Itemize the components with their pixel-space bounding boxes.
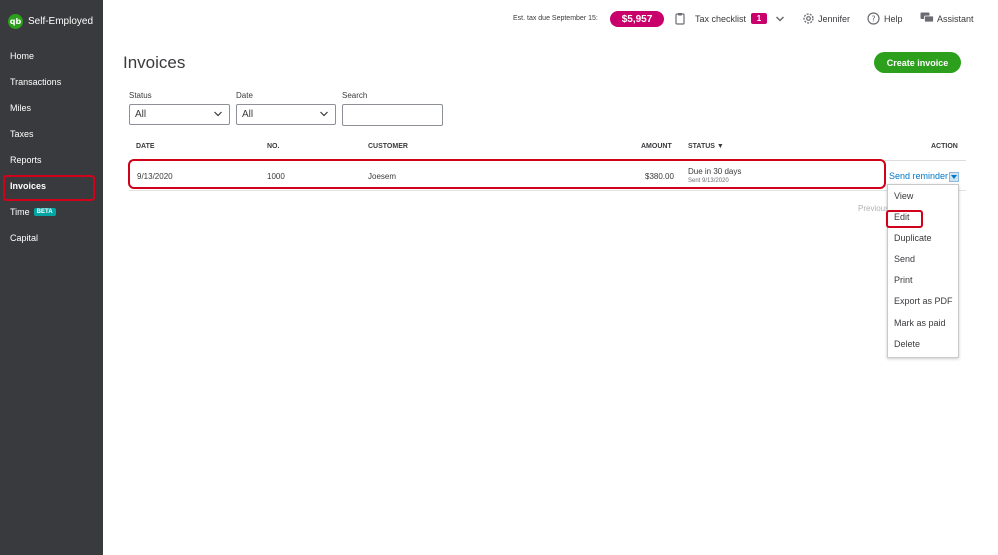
column-header-date[interactable]: DATE — [136, 143, 155, 150]
row-status-sent-date: Sent 9/13/2020 — [688, 178, 729, 184]
sidebar-item-label: Time — [10, 207, 30, 217]
brand[interactable]: qb Self-Employed — [8, 14, 93, 29]
action-dropdown-toggle[interactable] — [949, 172, 959, 182]
column-header-amount[interactable]: AMOUNT — [641, 143, 672, 150]
help-icon[interactable]: ? — [867, 12, 880, 25]
sidebar-item-label: Transactions — [10, 77, 62, 87]
page-title: Invoices — [123, 53, 186, 72]
est-tax-value-badge[interactable]: $5,957 — [610, 11, 664, 27]
menu-item-delete[interactable]: Delete — [894, 339, 920, 349]
menu-item-print[interactable]: Print — [894, 275, 913, 285]
sidebar-item-label: Capital — [10, 233, 39, 243]
pagination-previous[interactable]: Previous — [858, 204, 889, 213]
sidebar-item-home[interactable]: Home — [0, 45, 103, 67]
sidebar-item-reports[interactable]: Reports — [0, 149, 103, 171]
sidebar-item-label: Invoices — [10, 181, 47, 191]
menu-item-mark-as-paid[interactable]: Mark as paid — [894, 318, 946, 328]
menu-item-view[interactable]: View — [894, 191, 913, 201]
date-filter-select[interactable]: All — [236, 104, 336, 125]
column-header-customer[interactable]: CUSTOMER — [368, 143, 408, 150]
status-filter-select[interactable]: All — [129, 104, 230, 125]
svg-text:?: ? — [871, 15, 875, 24]
sidebar-item-capital[interactable]: Capital — [0, 227, 103, 249]
search-input[interactable] — [342, 104, 443, 126]
status-filter-value: All — [135, 109, 147, 120]
menu-item-duplicate[interactable]: Duplicate — [894, 233, 932, 243]
sidebar-item-transactions[interactable]: Transactions — [0, 71, 103, 93]
row-invoice-number: 1000 — [267, 172, 285, 181]
brand-name: Self-Employed — [28, 16, 94, 27]
menu-item-export-pdf[interactable]: Export as PDF — [894, 296, 953, 306]
assistant-link[interactable]: Assistant — [937, 14, 974, 24]
help-link[interactable]: Help — [884, 14, 903, 24]
chat-bubble-icon[interactable] — [920, 12, 934, 24]
sidebar-item-miles[interactable]: Miles — [0, 97, 103, 119]
clipboard-icon[interactable] — [675, 12, 685, 25]
create-invoice-button[interactable]: Create invoice — [874, 52, 961, 73]
tax-checklist-link[interactable]: Tax checklist — [695, 14, 746, 24]
row-amount: $380.00 — [645, 172, 674, 181]
est-tax-label: Est. tax due September 15: — [513, 15, 598, 22]
sidebar-item-label: Miles — [10, 103, 32, 113]
sidebar-item-label: Taxes — [10, 129, 34, 139]
caret-down-icon — [951, 174, 957, 179]
status-filter-label: Status — [129, 91, 152, 100]
column-header-status[interactable]: STATUS ▼ — [688, 143, 724, 150]
chevron-down-icon[interactable] — [775, 14, 785, 24]
tax-checklist-count-badge: 1 — [751, 13, 767, 24]
send-reminder-link[interactable]: Send reminder — [889, 171, 948, 181]
sidebar-item-invoices[interactable]: Invoices — [0, 175, 103, 201]
row-customer: Joesem — [368, 172, 397, 181]
chevron-down-icon — [320, 111, 328, 117]
sidebar: qb Self-Employed Home Transactions Miles… — [0, 0, 103, 555]
sidebar-item-time[interactable]: Time BETA — [0, 201, 103, 223]
sidebar-item-label: Reports — [10, 155, 42, 165]
sidebar-item-taxes[interactable]: Taxes — [0, 123, 103, 145]
menu-item-send[interactable]: Send — [894, 254, 915, 264]
user-name[interactable]: Jennifer — [818, 14, 850, 24]
row-status: Due in 30 days — [688, 167, 742, 176]
table-row[interactable] — [128, 159, 886, 189]
edit-highlight-annotation — [886, 210, 923, 228]
column-header-no[interactable]: NO. — [267, 143, 279, 150]
date-filter-value: All — [242, 109, 254, 120]
quickbooks-logo-icon: qb — [8, 14, 23, 29]
search-label: Search — [342, 91, 368, 100]
sidebar-item-label: Home — [10, 51, 35, 61]
table-row-divider — [129, 190, 966, 191]
date-filter-label: Date — [236, 91, 253, 100]
chevron-down-icon — [214, 111, 222, 117]
beta-badge: BETA — [33, 208, 56, 216]
column-header-action: ACTION — [931, 143, 958, 150]
row-date: 9/13/2020 — [137, 172, 173, 181]
gear-icon[interactable] — [802, 12, 815, 25]
